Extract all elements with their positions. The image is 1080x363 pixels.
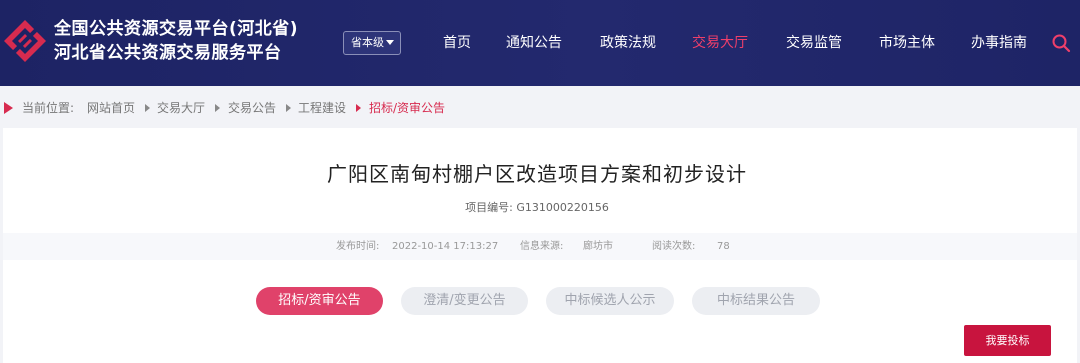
tab-candidate-publicity[interactable]: 中标候选人公示 <box>546 287 674 315</box>
project-number-label: 项目编号: <box>465 201 513 214</box>
tab-bid-announcement[interactable]: 招标/资审公告 <box>256 287 383 315</box>
tab-clarification[interactable]: 澄清/变更公告 <box>401 287 528 315</box>
nav-trading-hall[interactable]: 交易大厅 <box>692 0 748 86</box>
tab-award-result[interactable]: 中标结果公告 <box>692 287 820 315</box>
project-number: 项目编号: G131000220156 <box>0 199 1074 215</box>
source-value: 廊坊市 <box>583 241 613 252</box>
nav-notices[interactable]: 通知公告 <box>506 0 562 86</box>
nav-policies[interactable]: 政策法规 <box>600 0 656 86</box>
meta-bar: 发布时间: 2022-10-14 17:13:27 信息来源: 廊坊市 阅读次数… <box>3 233 1077 260</box>
breadcrumb-current: 招标/资审公告 <box>369 101 446 115</box>
nav-guide[interactable]: 办事指南 <box>971 0 1027 86</box>
breadcrumb-prefix: 当前位置: <box>22 101 75 115</box>
nav-home[interactable]: 首页 <box>443 0 471 86</box>
chevron-down-icon <box>386 40 394 45</box>
level-select-value: 省本级 <box>351 36 384 49</box>
source-label: 信息来源: <box>520 241 564 252</box>
location-arrow-icon <box>4 102 13 114</box>
brand-line-1: 全国公共资源交易平台(河北省) <box>54 19 299 39</box>
project-number-value: G131000220156 <box>516 201 609 214</box>
bid-button[interactable]: 我要投标 <box>964 325 1051 356</box>
brand-line-2: 河北省公共资源交易服务平台 <box>54 43 282 63</box>
breadcrumb-engineering[interactable]: 工程建设 <box>298 98 346 118</box>
breadcrumb-separator-icon <box>286 104 291 112</box>
brand-title[interactable]: 全国公共资源交易平台(河北省) 河北省公共资源交易服务平台 <box>54 17 298 65</box>
nav-market-entities[interactable]: 市场主体 <box>879 0 935 86</box>
breadcrumb-separator-icon <box>145 104 150 112</box>
logo-icon <box>4 20 46 62</box>
top-header: 全国公共资源交易平台(河北省) 河北省公共资源交易服务平台 省本级 首页 通知公… <box>0 0 1080 86</box>
breadcrumb: 当前位置: 网站首页 交易大厅 交易公告 工程建设 招标/资审公告 <box>0 98 1080 118</box>
breadcrumb-separator-icon <box>215 104 220 112</box>
breadcrumb-home[interactable]: 网站首页 <box>87 98 135 118</box>
breadcrumb-announcements[interactable]: 交易公告 <box>228 98 276 118</box>
breadcrumb-trading-hall[interactable]: 交易大厅 <box>157 98 205 118</box>
nav-supervision[interactable]: 交易监管 <box>786 0 842 86</box>
views-label: 阅读次数: <box>652 241 696 252</box>
breadcrumb-separator-icon <box>356 104 361 112</box>
level-select[interactable]: 省本级 <box>343 31 401 55</box>
views-value: 78 <box>717 241 730 252</box>
page-title: 广阳区南甸村棚户区改造项目方案和初步设计 <box>327 162 747 186</box>
publish-time-label: 发布时间: <box>336 241 380 252</box>
publish-time-value: 2022-10-14 17:13:27 <box>392 241 499 252</box>
search-icon[interactable] <box>1051 33 1071 53</box>
